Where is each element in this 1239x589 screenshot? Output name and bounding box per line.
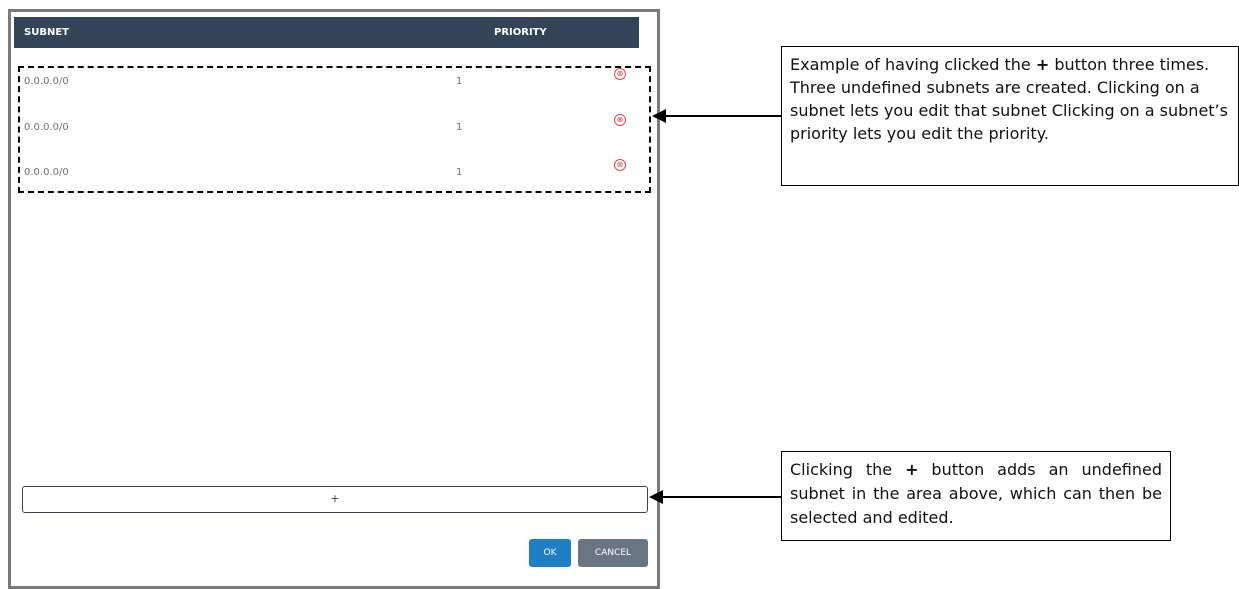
arrow-left-icon [649, 490, 663, 504]
remove-icon[interactable]: ⊗ [614, 159, 626, 171]
callout-plus: + [1035, 55, 1050, 74]
cancel-button[interactable]: CANCEL [578, 539, 648, 567]
priority-cell[interactable]: 1 [456, 122, 462, 133]
table-header: SUBNET PRIORITY [14, 17, 639, 48]
annotation-callout-rows: Example of having clicked the + button t… [781, 46, 1239, 186]
callout-text: Clicking the [790, 460, 906, 479]
remove-icon[interactable]: ⊗ [614, 68, 626, 80]
table-row[interactable]: 0.0.0.0/0 1 ⊗ [14, 153, 639, 193]
callout-text: Example of having clicked the [790, 55, 1036, 74]
callout-plus: + [905, 460, 919, 479]
add-subnet-button[interactable]: + [22, 486, 648, 513]
priority-cell[interactable]: 1 [456, 167, 462, 178]
remove-icon[interactable]: ⊗ [614, 114, 626, 126]
priority-cell[interactable]: 1 [456, 76, 462, 87]
table-row[interactable]: 0.0.0.0/0 1 ⊗ [14, 108, 639, 148]
callout-line [666, 115, 782, 117]
subnet-cell[interactable]: 0.0.0.0/0 [24, 76, 69, 87]
column-header-subnet: SUBNET [24, 27, 69, 38]
subnet-cell[interactable]: 0.0.0.0/0 [24, 167, 69, 178]
table-row[interactable]: 0.0.0.0/0 1 ⊗ [14, 62, 639, 102]
arrow-left-icon [652, 109, 666, 123]
subnet-cell[interactable]: 0.0.0.0/0 [24, 122, 69, 133]
annotation-callout-add: Clicking the + button adds an undefined … [781, 451, 1171, 541]
column-header-priority: PRIORITY [494, 27, 547, 38]
ok-button[interactable]: OK [529, 539, 571, 567]
callout-line [663, 496, 782, 498]
